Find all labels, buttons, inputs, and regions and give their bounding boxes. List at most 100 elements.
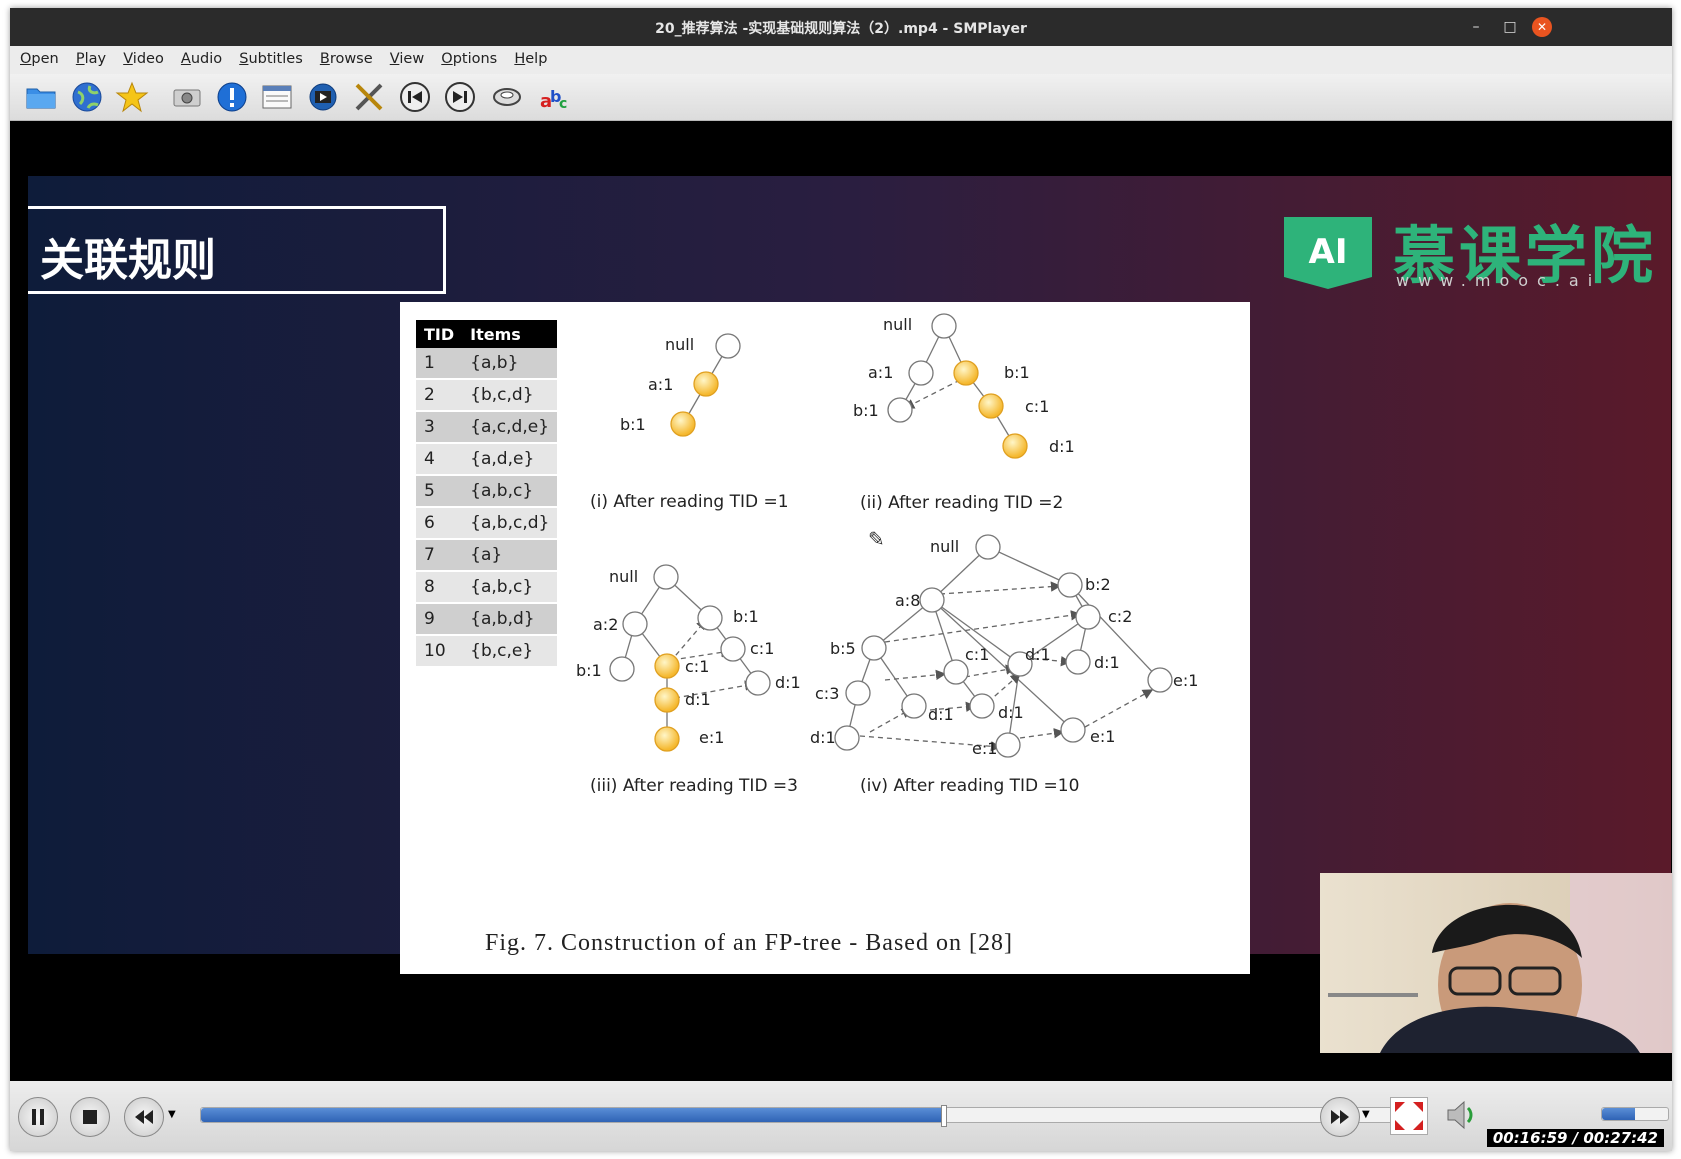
stop-button[interactable] xyxy=(70,1097,110,1137)
menu-subtitles[interactable]: Subtitles xyxy=(239,51,303,67)
menu-bar: Open Play Video Audio Subtitles Browse V… xyxy=(10,46,1672,75)
node-label: null xyxy=(930,537,959,556)
smplayer-window: 20_推荐算法 -实现基础规则算法（2）.mp4 - SMPlayer – □ … xyxy=(10,8,1672,1151)
tree-node xyxy=(908,360,934,386)
node-label: b:5 xyxy=(830,639,856,658)
menu-video[interactable]: Video xyxy=(123,51,164,67)
fast-forward-button[interactable] xyxy=(1320,1097,1360,1137)
menu-options[interactable]: Options xyxy=(441,51,497,67)
tree-node xyxy=(1075,604,1101,630)
rewind-button[interactable] xyxy=(124,1097,164,1137)
tree-node xyxy=(834,725,860,751)
logo-url: www.mooc.ai xyxy=(1396,271,1602,290)
mute-button[interactable] xyxy=(1442,1095,1482,1135)
node-link-arrow xyxy=(939,581,1062,595)
volume-fill xyxy=(1602,1108,1635,1120)
node-label: c:3 xyxy=(815,684,839,703)
tree-node xyxy=(931,313,957,339)
video-preferences-icon[interactable] xyxy=(306,80,340,114)
tree-node xyxy=(901,693,927,719)
node-label: d:1 xyxy=(685,690,711,709)
forward-menu-chevron-icon[interactable]: ▼ xyxy=(1362,1109,1370,1120)
globe-icon[interactable] xyxy=(70,80,104,114)
toolbar: abc xyxy=(10,74,1672,121)
minimize-button[interactable]: – xyxy=(1466,17,1486,37)
tree-node xyxy=(697,605,723,631)
screenshot-camera-icon[interactable] xyxy=(170,80,204,114)
video-area[interactable]: 关联规则 AI 慕课学院 www.mooc.ai TID Items 1 {a,… xyxy=(10,121,1672,1081)
tree-node xyxy=(654,687,680,713)
menu-open[interactable]: Open xyxy=(20,51,59,67)
close-button[interactable]: ✕ xyxy=(1532,17,1552,37)
title-bar: 20_推荐算法 -实现基础规则算法（2）.mp4 - SMPlayer – □ … xyxy=(10,8,1672,46)
seek-bar-fill xyxy=(201,1108,943,1122)
node-label: c:1 xyxy=(1025,397,1049,416)
rewind-menu-chevron-icon[interactable]: ▼ xyxy=(168,1109,176,1120)
menu-play[interactable]: Play xyxy=(76,51,106,67)
seek-bar-handle[interactable] xyxy=(941,1105,947,1127)
fullscreen-button[interactable] xyxy=(1390,1097,1428,1135)
node-label: a:1 xyxy=(868,363,893,382)
caption-tid-10: (iv) After reading TID =10 xyxy=(860,776,1080,796)
tree-node xyxy=(953,360,979,386)
node-label: d:1 xyxy=(775,673,801,692)
caption-tid-1: (i) After reading TID =1 xyxy=(590,492,789,512)
fp-tree-diagram: nulla:1b:1nulla:1 b:1b:1 c:1d:1nulla:2 b:1b… xyxy=(576,313,1198,758)
next-icon[interactable] xyxy=(443,80,477,114)
tree-node xyxy=(653,564,679,590)
node-label: b:1 xyxy=(1004,363,1030,382)
tree-node xyxy=(670,411,696,437)
tree-node xyxy=(654,653,680,679)
volume-slider[interactable] xyxy=(1601,1107,1669,1121)
node-label: a:2 xyxy=(593,615,618,634)
tree-node xyxy=(887,397,913,423)
node-label: e:1 xyxy=(1173,671,1198,690)
tree-node xyxy=(845,680,871,706)
tree-node xyxy=(720,636,746,662)
menu-audio[interactable]: Audio xyxy=(181,51,222,67)
pause-button[interactable] xyxy=(18,1097,58,1137)
pen-cursor-icon: ✎ xyxy=(868,527,885,551)
playback-controls: ▼ ▼ 00:16:59 / 00:27:42 xyxy=(10,1081,1672,1151)
slide-title-box: 关联规则 xyxy=(28,206,446,294)
caption-tid-3: (iii) After reading TID =3 xyxy=(590,776,798,796)
previous-icon[interactable] xyxy=(398,80,432,114)
ai-logo-icon: AI xyxy=(1284,217,1372,289)
node-link-arrow xyxy=(903,379,961,409)
favorites-star-icon[interactable] xyxy=(115,80,149,114)
playlist-icon[interactable] xyxy=(260,80,294,114)
pause-icon xyxy=(32,1109,44,1125)
menu-browse[interactable]: Browse xyxy=(320,51,373,67)
rewind-icon xyxy=(135,1110,153,1124)
node-link-arrow xyxy=(1019,728,1065,739)
node-label: d:1 xyxy=(998,703,1024,722)
node-label: c:2 xyxy=(1108,607,1132,626)
tools-icon[interactable] xyxy=(352,80,386,114)
folder-icon[interactable] xyxy=(24,80,58,114)
node-label: e:1 xyxy=(699,728,724,747)
maximize-button[interactable]: □ xyxy=(1500,17,1520,37)
tree-node xyxy=(969,693,995,719)
node-label: d:1 xyxy=(1025,645,1051,664)
tree-node xyxy=(693,371,719,397)
tree-node xyxy=(861,635,887,661)
info-icon[interactable] xyxy=(215,80,249,114)
time-display: 00:16:59 / 00:27:42 xyxy=(1486,1129,1664,1147)
seek-bar[interactable] xyxy=(200,1105,1412,1127)
rotate-icon[interactable] xyxy=(490,80,524,114)
tree-node xyxy=(745,670,771,696)
subtitles-abc-icon[interactable]: abc xyxy=(538,80,572,114)
node-link-arrow xyxy=(884,610,1082,643)
menu-help[interactable]: Help xyxy=(514,51,547,67)
node-label: b:2 xyxy=(1085,575,1111,594)
node-label: c:1 xyxy=(685,657,709,676)
figure-caption: Fig. 7. Construction of an FP-tree - Bas… xyxy=(485,930,1013,956)
tree-node xyxy=(715,333,741,359)
menu-view[interactable]: View xyxy=(390,51,424,67)
tree-node xyxy=(1002,433,1028,459)
node-label: e:1 xyxy=(972,739,997,758)
slide-title: 关联规则 xyxy=(40,235,216,286)
tree-node xyxy=(609,656,635,682)
stop-icon xyxy=(83,1110,97,1124)
node-link-arrow xyxy=(1084,689,1154,728)
